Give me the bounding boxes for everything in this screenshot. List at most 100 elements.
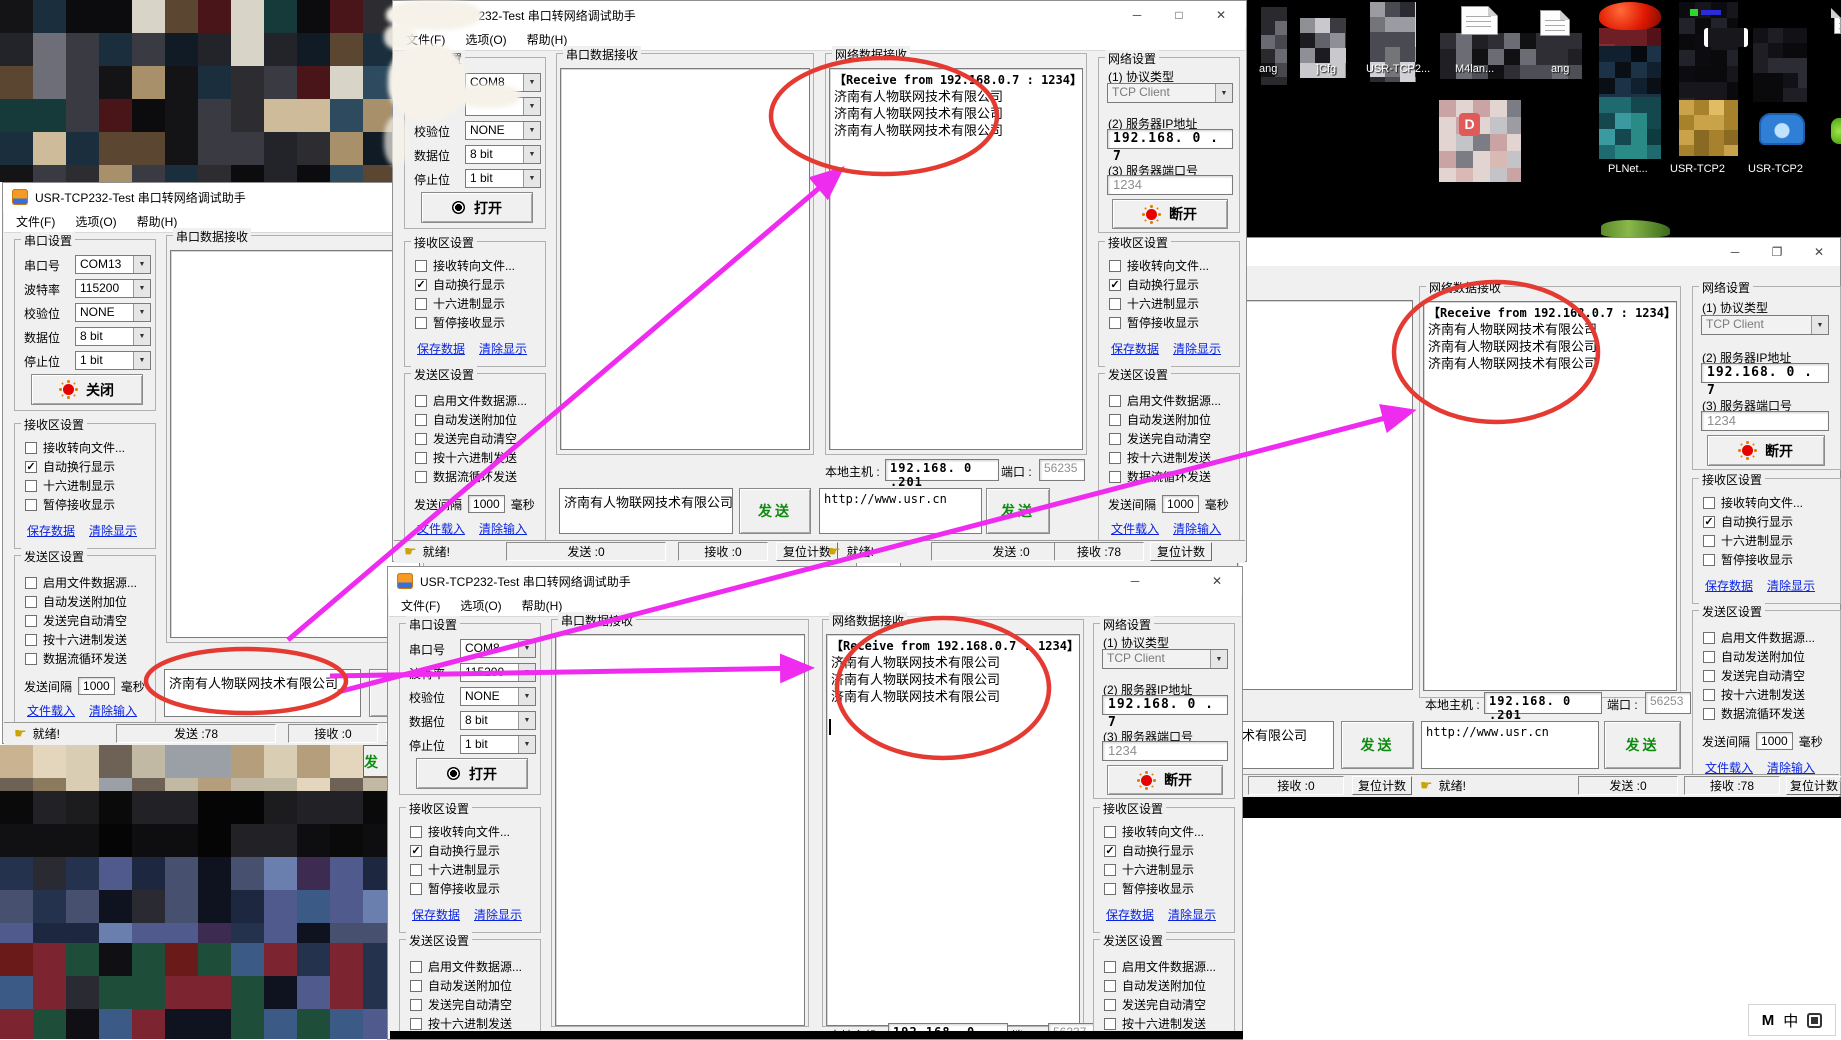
clear-display-link[interactable]: 清除显示 — [479, 340, 527, 357]
clear-display-link[interactable]: 清除显示 — [1168, 906, 1216, 923]
clear-input-link[interactable]: 清除输入 — [89, 702, 137, 719]
server-ip-input[interactable]: 192.168. 0 . 7 — [1102, 695, 1228, 715]
desktop-icon-label[interactable]: M4lan... — [1455, 63, 1494, 75]
checkbox-icon[interactable] — [25, 480, 37, 492]
clear-display-link[interactable]: 清除显示 — [89, 522, 137, 539]
document-icon[interactable] — [1834, 8, 1841, 34]
checkbox-clear-after-send[interactable]: 发送完自动清空 — [25, 613, 127, 628]
checkbox-file-data-source[interactable]: 启用文件数据源... — [1109, 393, 1221, 408]
checkbox-clear-after-send[interactable]: 发送完自动清空 — [415, 431, 517, 446]
checkbox-file-data-source[interactable]: 启用文件数据源... — [1703, 630, 1815, 645]
serial-receive-box[interactable] — [170, 250, 420, 638]
checkbox-icon[interactable] — [410, 1018, 422, 1030]
checkbox-receive-to-file[interactable]: 接收转向文件... — [410, 824, 510, 839]
checkbox-auto-wrap[interactable]: 自动换行显示 — [410, 843, 500, 858]
checkbox-icon[interactable] — [1104, 1018, 1116, 1030]
checkbox-checked-icon[interactable] — [25, 461, 37, 473]
checkbox-icon[interactable] — [1109, 452, 1121, 464]
checkbox-clear-after-send[interactable]: 发送完自动清空 — [1109, 431, 1211, 446]
checkbox-send-as-hex[interactable]: 按十六进制发送 — [1703, 687, 1805, 702]
checkbox-hex-display[interactable]: 十六进制显示 — [410, 862, 500, 877]
checkbox-receive-to-file[interactable]: 接收转向文件... — [1703, 495, 1803, 510]
checkbox-icon[interactable] — [1109, 260, 1121, 272]
checkbox-icon[interactable] — [410, 980, 422, 992]
checkbox-hex-display[interactable]: 十六进制显示 — [1703, 533, 1793, 548]
parity-select[interactable]: NONE — [460, 687, 536, 706]
checkbox-receive-to-file[interactable]: 接收转向文件... — [1109, 258, 1209, 273]
checkbox-icon[interactable] — [1109, 395, 1121, 407]
checkbox-clear-after-send[interactable]: 发送完自动清空 — [1703, 668, 1805, 683]
checkbox-send-as-hex[interactable]: 按十六进制发送 — [415, 450, 517, 465]
close-button[interactable]: ✕ — [1798, 238, 1840, 266]
menu-help[interactable]: 帮助(H) — [527, 31, 568, 48]
checkbox-icon[interactable] — [25, 442, 37, 454]
checkbox-icon[interactable] — [1109, 414, 1121, 426]
baud-select[interactable]: 115200 — [460, 663, 536, 682]
checkbox-icon[interactable] — [410, 999, 422, 1011]
checkbox-hex-display[interactable]: 十六进制显示 — [1109, 296, 1199, 311]
checkbox-checked-icon[interactable] — [415, 279, 427, 291]
stopbits-select[interactable]: 1 bit — [75, 351, 151, 370]
checkbox-receive-to-file[interactable]: 接收转向文件... — [25, 440, 125, 455]
checkbox-icon[interactable] — [1703, 689, 1715, 701]
checkbox-file-data-source[interactable]: 启用文件数据源... — [410, 959, 522, 974]
send-interval-input[interactable]: 1000 — [1756, 732, 1793, 750]
databits-select[interactable]: 8 bit — [460, 711, 536, 730]
checkbox-icon[interactable] — [415, 433, 427, 445]
checkbox-icon[interactable] — [25, 499, 37, 511]
net-send-input[interactable]: http://www.usr.cn — [819, 488, 982, 534]
protocol-select[interactable]: TCP Client — [1102, 649, 1228, 669]
checkbox-icon[interactable] — [415, 414, 427, 426]
desktop-icon-label[interactable]: USR-TCP2 — [1670, 163, 1725, 175]
red-ball-icon[interactable] — [1599, 2, 1661, 30]
checkbox-hex-display[interactable]: 十六进制显示 — [1104, 862, 1194, 877]
load-file-link[interactable]: 文件载入 — [1111, 520, 1159, 537]
checkbox-pause-receive[interactable]: 暂停接收显示 — [415, 315, 505, 330]
menu-file[interactable]: 文件(F) — [401, 597, 440, 614]
server-ip-input[interactable]: 192.168. 0 . 7 — [1107, 129, 1233, 149]
document-icon[interactable] — [1461, 6, 1498, 35]
minimize-button[interactable]: ─ — [1714, 238, 1756, 266]
checkbox-icon[interactable] — [415, 317, 427, 329]
titlebar[interactable]: USR-TCP232-Test 串口转网络调试助手 ─ □ ✕ — [393, 1, 1246, 29]
checkbox-file-data-source[interactable]: 启用文件数据源... — [25, 575, 137, 590]
serial-port-select[interactable]: COM8 — [460, 639, 536, 658]
minimize-button[interactable]: ─ — [1116, 1, 1158, 29]
net-receive-box[interactable]: 【Receive from 192.168.0.7 : 1234】: 济南有人物… — [1423, 301, 1677, 691]
checkbox-icon[interactable] — [1703, 708, 1715, 720]
desktop-icon-label[interactable]: USR-TCP2... — [1366, 63, 1430, 75]
checkbox-pause-receive[interactable]: 暂停接收显示 — [410, 881, 500, 896]
checkbox-auto-send-append[interactable]: 自动发送附加位 — [415, 412, 517, 427]
minimize-button[interactable]: ─ — [1114, 567, 1156, 595]
checkbox-checked-icon[interactable] — [1109, 279, 1121, 291]
checkbox-send-as-hex[interactable]: 按十六进制发送 — [1104, 1016, 1206, 1031]
desktop-icon-label[interactable]: PLNet... — [1608, 163, 1648, 175]
menu-options[interactable]: 选项(O) — [465, 31, 506, 48]
net-reset-count-button[interactable]: 复位计数 — [1786, 776, 1841, 795]
checkbox-auto-wrap[interactable]: 自动换行显示 — [1104, 843, 1194, 858]
checkbox-icon[interactable] — [410, 961, 422, 973]
save-data-link[interactable]: 保存数据 — [1106, 906, 1154, 923]
titlebar[interactable]: USR-TCP232-Test 串口转网络调试助手 ─ ✕ — [388, 567, 1242, 595]
checkbox-icon[interactable] — [1109, 298, 1121, 310]
serial-port-select[interactable]: COM13 — [75, 255, 151, 274]
checkbox-icon[interactable] — [1109, 433, 1121, 445]
disconnect-button[interactable]: 断开 — [1112, 199, 1228, 229]
checkbox-icon[interactable] — [1703, 535, 1715, 547]
checkbox-icon[interactable] — [415, 452, 427, 464]
desktop-icon-label[interactable]: USR-TCP2 — [1748, 163, 1803, 175]
checkbox-icon[interactable] — [25, 653, 37, 665]
checkbox-pause-receive[interactable]: 暂停接收显示 — [1104, 881, 1194, 896]
desktop-icon-label[interactable]: ang — [1551, 63, 1569, 75]
desktop-icon-label[interactable]: ]Cfg — [1316, 63, 1336, 75]
checkbox-loop-send[interactable]: 数据流循环发送 — [25, 651, 127, 666]
clear-display-link[interactable]: 清除显示 — [1767, 577, 1815, 594]
serial-close-button[interactable]: 关闭 — [31, 374, 143, 405]
save-data-link[interactable]: 保存数据 — [1705, 577, 1753, 594]
serial-send-button[interactable]: 发送 — [739, 488, 811, 534]
net-send-button[interactable]: 发送 — [986, 488, 1050, 534]
checkbox-send-as-hex[interactable]: 按十六进制发送 — [25, 632, 127, 647]
document-icon[interactable] — [1540, 10, 1570, 36]
disconnect-button[interactable]: 断开 — [1107, 765, 1223, 795]
databits-select[interactable]: 8 bit — [75, 327, 151, 346]
